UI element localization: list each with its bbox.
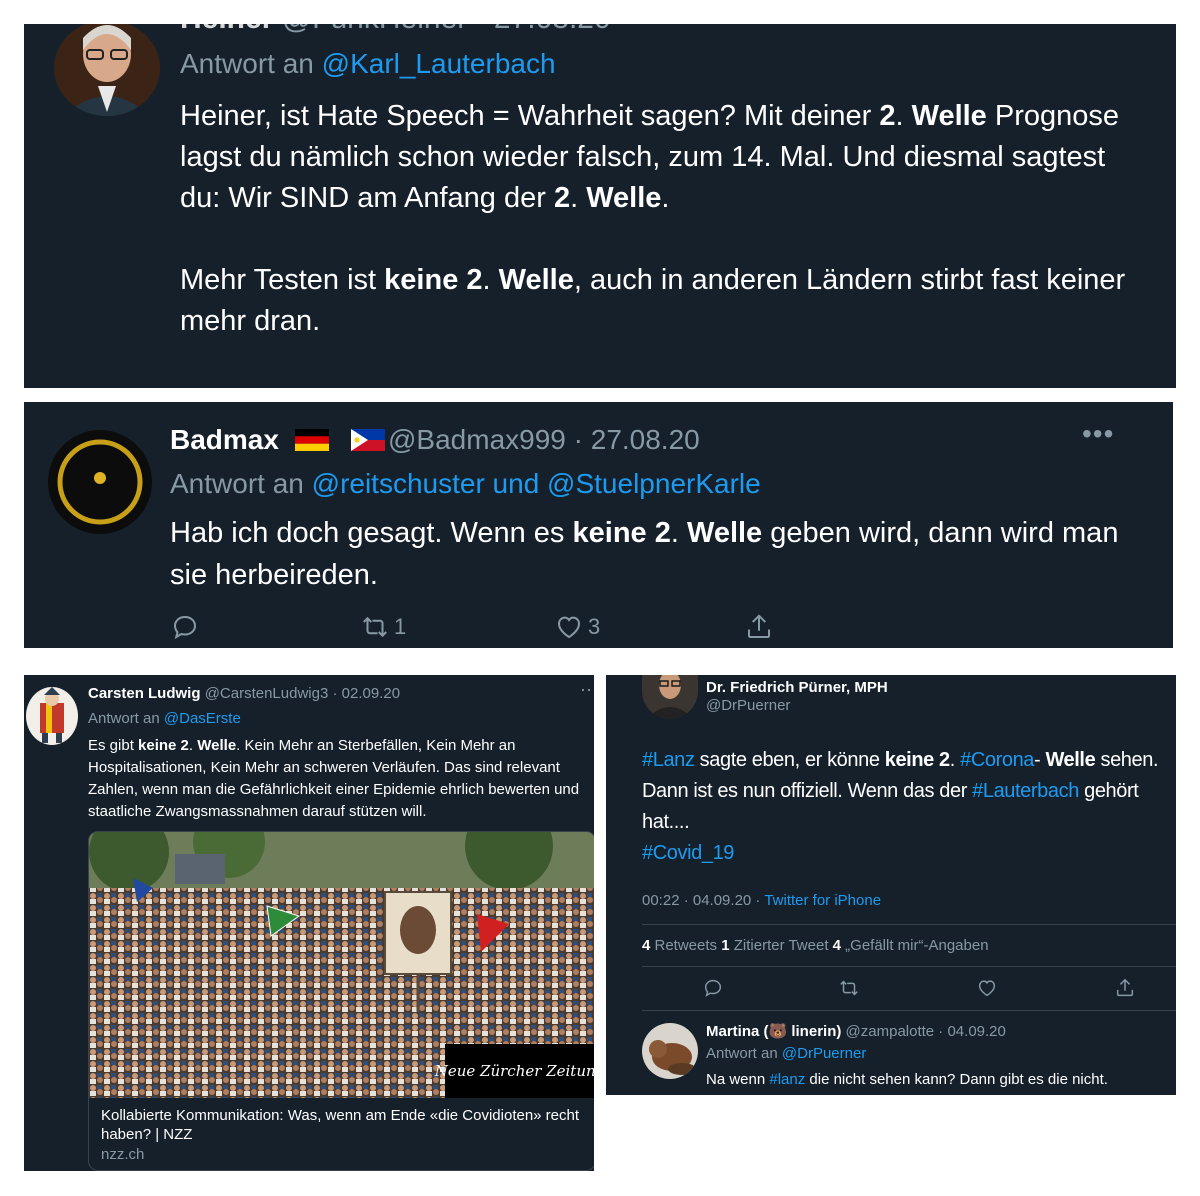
action-bar: 1 3 [170, 612, 790, 646]
like-button[interactable]: 3 [554, 612, 600, 642]
divider [642, 924, 1176, 925]
reply-icon[interactable] [702, 977, 724, 999]
heart-icon [557, 616, 581, 639]
reply-context: Antwort an @reitschuster und @StuelpnerK… [170, 468, 761, 499]
more-options-icon[interactable]: ··· [580, 679, 594, 700]
hashtag-lauterbach[interactable]: #Lauterbach [972, 780, 1079, 802]
share-icon[interactable] [1114, 977, 1136, 999]
reply-context: Antwort an @DasErste [88, 710, 241, 727]
author-name[interactable]: Carsten Ludwig [88, 685, 201, 702]
reply-author-line: Martina (🐻 linerin) @zampalotte · 04.09.… [706, 1022, 1006, 1040]
likes-link[interactable]: „Gefällt mir“-Angaben [841, 937, 988, 954]
engagement-stats: 4 Retweets 1 Zitierter Tweet 4 „Gefällt … [642, 937, 989, 954]
nzz-logo: Neue Zürcher Zeitung [434, 1062, 594, 1080]
card-title: Kollabierte Kommunikation: Was, wenn am … [101, 1107, 580, 1143]
avatar-badmax[interactable] [48, 430, 152, 534]
handle-date[interactable]: @Badmax999 · 27.08.20 [388, 424, 700, 456]
card-url: nzz.ch [101, 1146, 145, 1163]
avatar-karl-lauterbach[interactable] [54, 24, 160, 116]
tweet-carsten-ludwig: Carsten Ludwig @CarstenLudwig3 · 02.09.2… [24, 675, 594, 1171]
hashtag-lanz-reply[interactable]: #lanz [769, 1071, 805, 1088]
handle-date[interactable]: @CarstenLudwig3 · 02.09.20 [205, 685, 400, 702]
reply-button[interactable] [170, 612, 200, 642]
mention-link[interactable]: @DrPuerner [782, 1045, 866, 1062]
reply-handle-date[interactable]: @zampalotte · 04.09.20 [846, 1023, 1006, 1040]
germany-flag-icon [294, 429, 329, 451]
author-name[interactable]: Dr. Friedrich Pürner, MPH [706, 679, 888, 696]
retweets-link[interactable]: Retweets [650, 937, 721, 954]
divider [642, 966, 1176, 967]
author-line: Carsten Ludwig @CarstenLudwig3 · 02.09.2… [88, 685, 400, 702]
philippines-flag-icon [350, 429, 385, 451]
client-link[interactable]: Twitter for iPhone [764, 892, 881, 909]
retweet-icon [363, 616, 387, 638]
retweet-button[interactable]: 1 [360, 612, 406, 642]
hashtag-covid19[interactable]: #Covid_19 [642, 842, 734, 864]
mention-link[interactable]: @reitschuster und @StuelpnerKarle [312, 468, 761, 499]
quote-tweets-link[interactable]: Zitierter Tweet [730, 937, 833, 954]
tweet-friedrich-puerner: Dr. Friedrich Pürner, MPH @DrPuerner #La… [606, 675, 1176, 1095]
more-options-icon[interactable]: ••• [1082, 418, 1114, 450]
reply-icon [173, 615, 197, 640]
reply-text: Na wenn #lanz die nicht sehen kann? Dann… [706, 1071, 1108, 1088]
avatar-friedrich-puerner[interactable] [642, 675, 698, 719]
avatar-carsten-ludwig[interactable] [26, 687, 78, 745]
author-name-cut: Heiner @FunkHeiner · 27.08.20 [180, 24, 611, 36]
tweet-timestamp: 00:22 · 04.09.20 · Twitter for iPhone [642, 892, 882, 909]
hashtag-corona[interactable]: #Corona [960, 749, 1034, 771]
author-handle[interactable]: @DrPuerner [706, 697, 790, 714]
reply-context: Antwort an @Karl_Lauterbach [180, 48, 556, 79]
like-count: 3 [588, 614, 601, 639]
tweet-text: Hab ich doch gesagt. Wenn es keine 2. We… [170, 517, 1119, 591]
tweet-reply-heiner: Heiner @FunkHeiner · 27.08.20 Antwort an… [24, 24, 1176, 388]
action-bar [642, 977, 1176, 1005]
reply-context: Antwort an @DrPuerner [706, 1045, 867, 1062]
tweet-badmax: Badmax @Badmax999 · 27.08.20 ••• Antwort… [24, 402, 1173, 648]
tweet-text: #Lanz sagte eben, er könne keine 2. #Cor… [642, 749, 1159, 864]
divider [642, 1010, 1176, 1011]
share-button[interactable] [744, 612, 774, 642]
retweet-count: 1 [394, 614, 407, 639]
author-name[interactable]: Badmax [170, 424, 385, 456]
protest-crowd-image: Neue Zürcher Zeitung [89, 832, 594, 1098]
retweet-icon[interactable] [838, 977, 860, 999]
hashtag-lanz[interactable]: #Lanz [642, 749, 695, 771]
share-icon [748, 614, 770, 638]
tweet-text: Heiner, ist Hate Speech = Wahrheit sagen… [180, 100, 1126, 337]
reply-author-name[interactable]: Martina (🐻 linerin) [706, 1023, 841, 1040]
avatar-martina[interactable] [642, 1023, 698, 1079]
tweet-text: Es gibt keine 2. Welle. Kein Mehr an Ste… [88, 737, 580, 820]
heart-icon[interactable] [976, 977, 998, 999]
mention-link[interactable]: @DasErste [164, 710, 241, 727]
mention-link[interactable]: @Karl_Lauterbach [322, 48, 556, 79]
link-preview-card[interactable]: Neue Zürcher Zeitung Kollabierte Kommuni… [88, 831, 594, 1171]
